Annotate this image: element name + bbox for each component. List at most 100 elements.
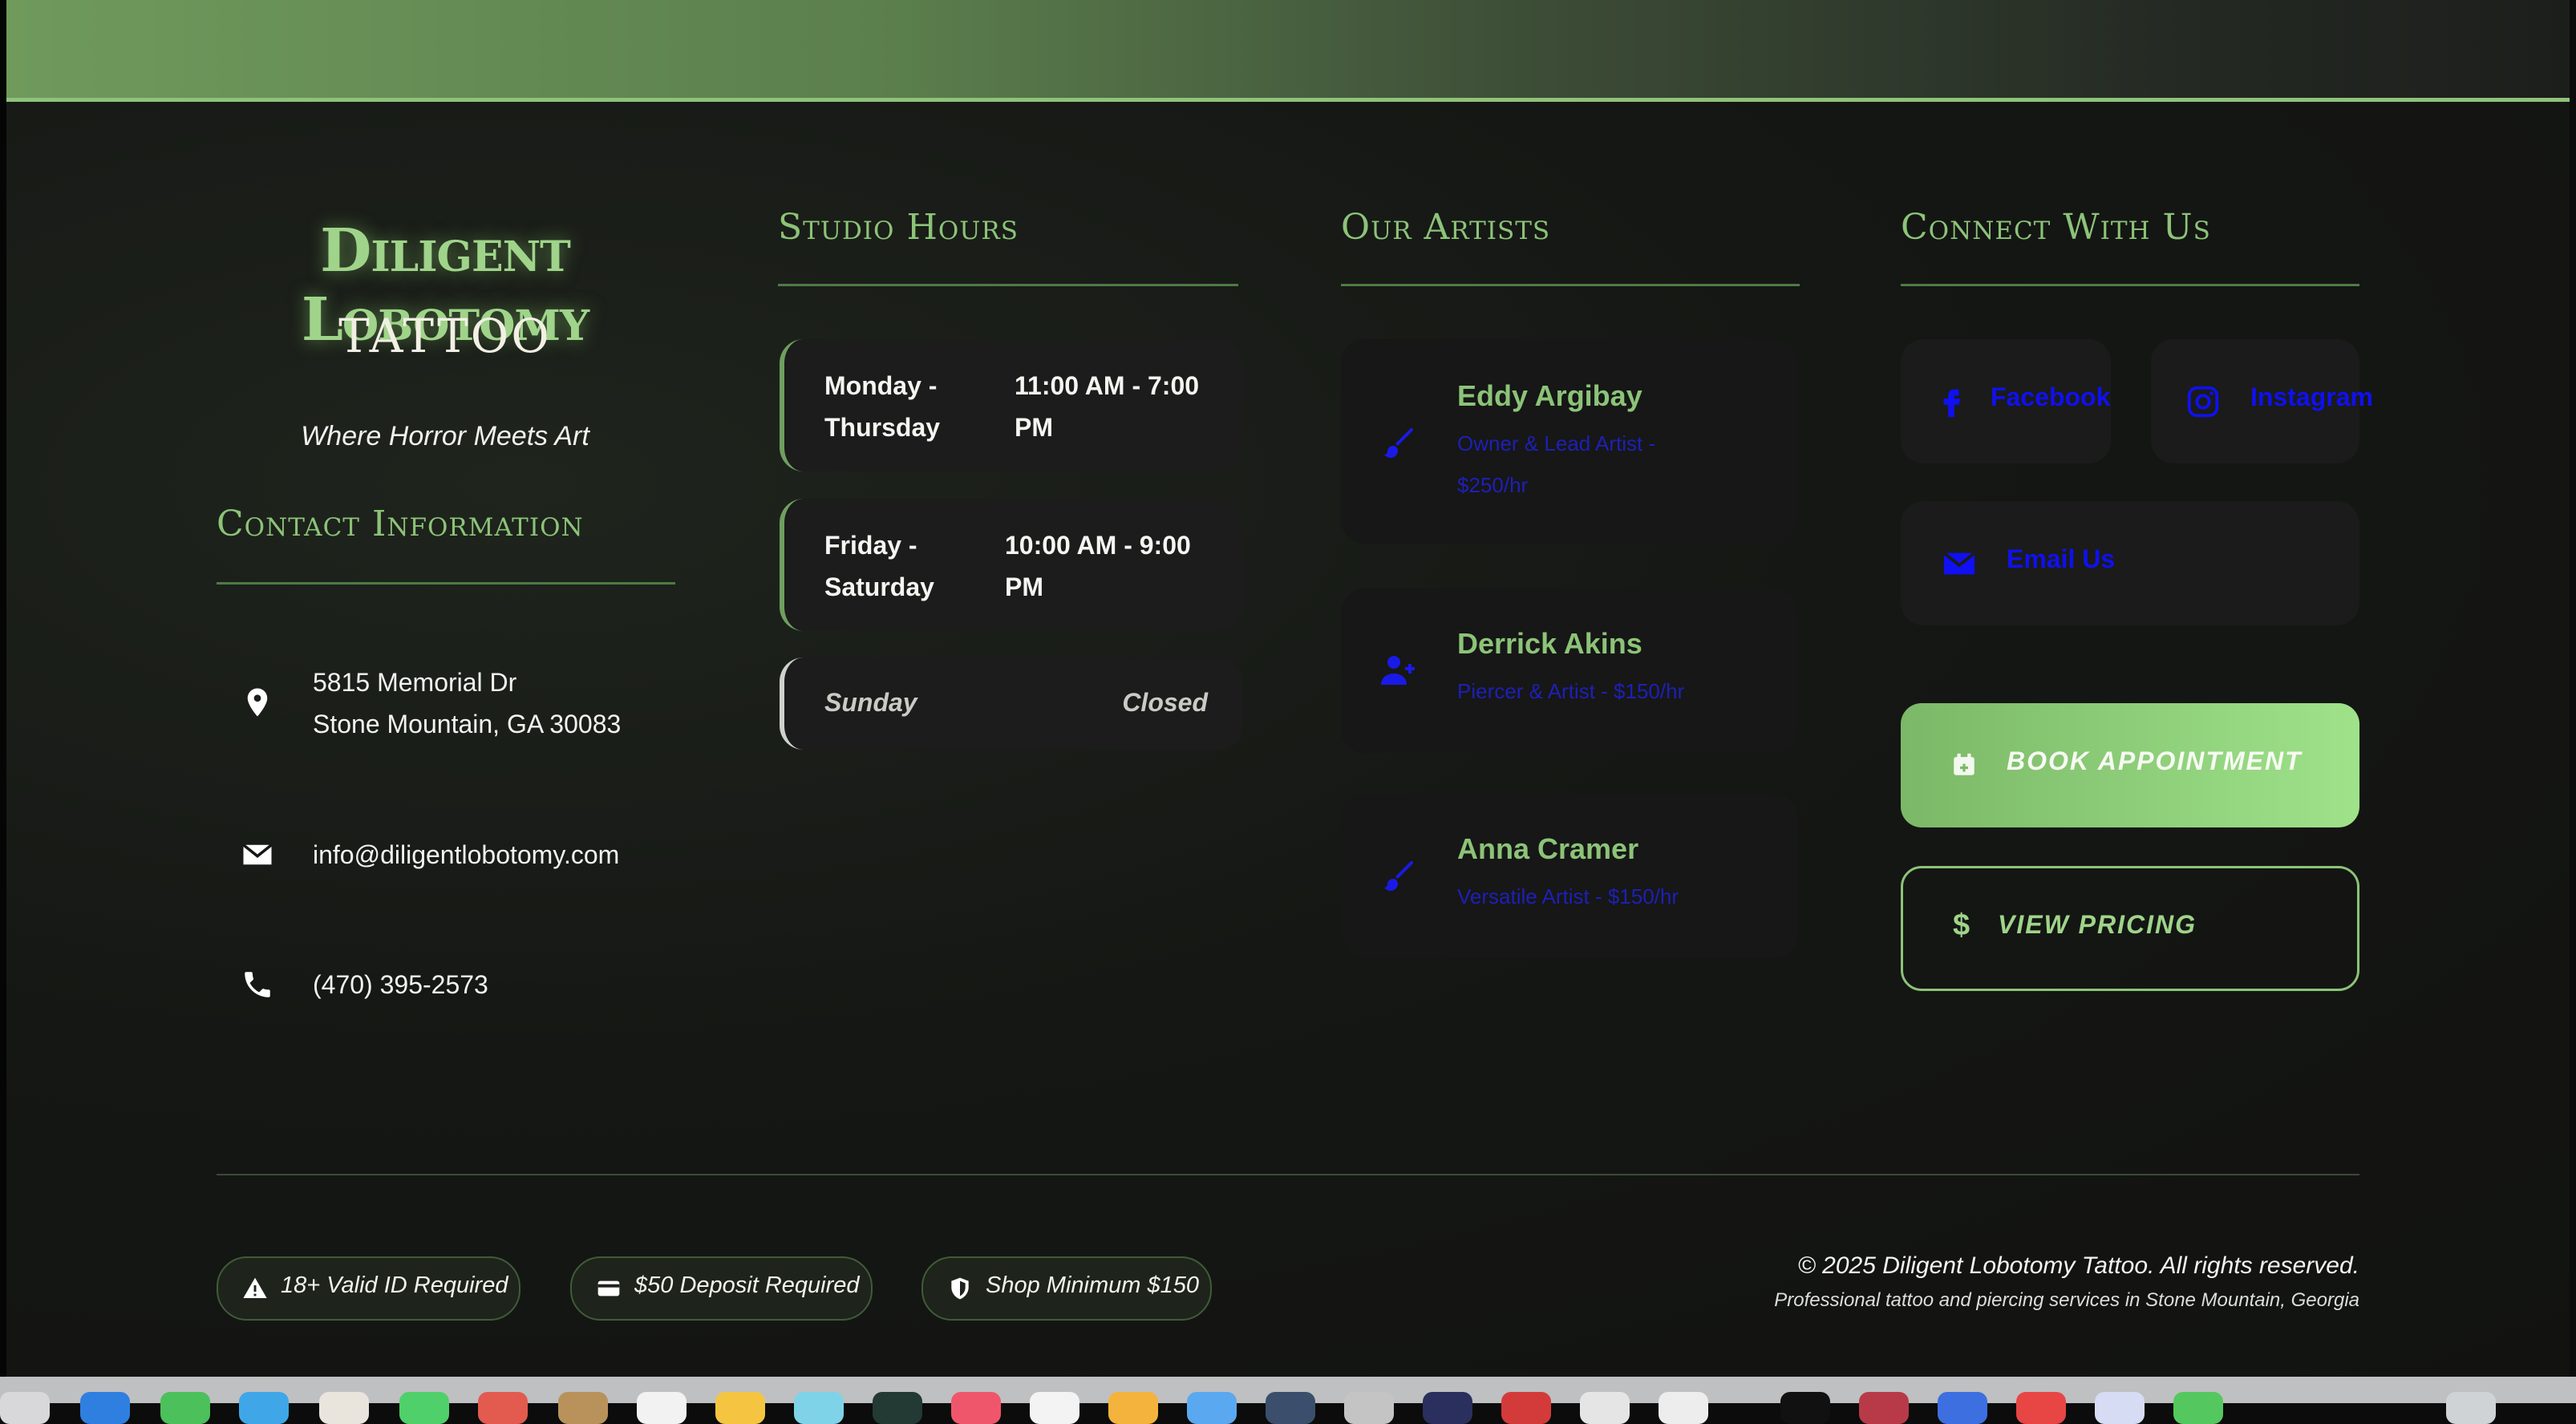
hours-day-start: Friday - (824, 531, 917, 560)
dock-app-icon[interactable] (2446, 1392, 2496, 1424)
contact-heading: Contact Information (217, 504, 584, 544)
dock-app-icon[interactable] (1580, 1392, 1630, 1424)
artist-role: Piercer & Artist - $150/hr (1457, 679, 1685, 703)
badge-label: Shop Minimum $150 (986, 1272, 1199, 1298)
contact-heading-rule (217, 582, 675, 585)
footer-divider (217, 1174, 2359, 1175)
envelope-icon (1942, 552, 1976, 575)
artist-name: Eddy Argibay (1457, 379, 1642, 412)
warning-icon (243, 1277, 267, 1298)
book-appointment-label: BOOK APPOINTMENT (2007, 746, 2303, 775)
dock-app-icon[interactable] (1780, 1392, 1830, 1424)
contact-email[interactable]: info@diligentlobotomy.com (217, 834, 674, 876)
hours-day-start: Sunday (824, 688, 917, 717)
view-pricing-label: VIEW PRICING (1998, 910, 2197, 939)
dock-app-icon[interactable] (1030, 1392, 1079, 1424)
hero-banner-bottom (6, 0, 2570, 99)
artist-card-eddy-argibay[interactable]: Eddy Argibay Owner & Lead Artist - $250/… (1341, 339, 1798, 544)
dock-app-icon[interactable] (1344, 1392, 1394, 1424)
email-address: info@diligentlobotomy.com (313, 840, 620, 869)
artist-role: Owner & Lead Artist - $250/hr (1457, 431, 1656, 497)
instagram-label: Instagram (2250, 382, 2373, 411)
phone-icon (245, 972, 270, 997)
book-appointment-button[interactable]: BOOK APPOINTMENT (1901, 703, 2359, 827)
facebook-link[interactable]: Facebook (1901, 339, 2111, 463)
contact-phone[interactable]: (470) 395-2573 (217, 964, 674, 1005)
artists-heading-rule (1341, 284, 1800, 286)
dock-app-icon[interactable] (1187, 1392, 1237, 1424)
dock-app-icon[interactable] (2173, 1392, 2223, 1424)
dock-app-icon[interactable] (951, 1392, 1001, 1424)
dock-app-icon[interactable] (637, 1392, 687, 1424)
hours-day-end: Saturday (824, 572, 934, 601)
copyright-text: © 2025 Diligent Lobotomy Tattoo. All rig… (1797, 1252, 2359, 1279)
dock-app-icon[interactable] (399, 1392, 449, 1424)
envelope-icon (242, 843, 273, 865)
footer-tagline: Professional tattoo and piercing service… (1774, 1289, 2359, 1311)
hours-row-sunday: Sunday Closed (780, 657, 1243, 750)
dock-app-icon[interactable] (239, 1392, 289, 1424)
user-plus-icon (1381, 656, 1415, 685)
dollar-icon: $ (1953, 908, 1970, 942)
artist-name: Anna Cramer (1457, 832, 1639, 865)
dock-app-icon[interactable] (1938, 1392, 1987, 1424)
facebook-label: Facebook (1991, 382, 2111, 411)
dock-app-icon[interactable] (1659, 1392, 1708, 1424)
artist-card-derrick-akins[interactable]: Derrick Akins Piercer & Artist - $150/hr (1341, 589, 1798, 753)
hours-time-end: PM (1005, 572, 1043, 601)
dock-app-icon[interactable] (2016, 1392, 2066, 1424)
view-pricing-button[interactable]: $ VIEW PRICING (1901, 866, 2359, 991)
contact-address[interactable]: 5815 Memorial Dr Stone Mountain, GA 3008… (217, 661, 674, 750)
address-line-1: 5815 Memorial Dr (313, 668, 517, 697)
hours-heading: Studio Hours (778, 207, 1019, 248)
dock-app-icon[interactable] (1859, 1392, 1909, 1424)
badge-shop-minimum: Shop Minimum $150 (921, 1256, 1212, 1321)
connect-heading-rule (1901, 284, 2359, 286)
hours-heading-rule (778, 284, 1238, 286)
brand-subtitle: TATTOO (338, 309, 552, 363)
badge-label: $50 Deposit Required (634, 1272, 860, 1298)
instagram-icon (2187, 386, 2219, 418)
dock-app-icon[interactable] (1423, 1392, 1472, 1424)
dock-app-icon[interactable] (558, 1392, 608, 1424)
instagram-link[interactable]: Instagram (2151, 339, 2373, 463)
dock-app-icon[interactable] (80, 1392, 130, 1424)
email-us-label: Email Us (2007, 544, 2116, 573)
email-us-link[interactable]: Email Us (1901, 501, 2359, 625)
badge-id-required: 18+ Valid ID Required (217, 1256, 520, 1321)
connect-heading: Connect With Us (1901, 207, 2211, 248)
map-pin-icon (247, 688, 268, 717)
window-edge (0, 0, 6, 1403)
phone-number: (470) 395-2573 (313, 970, 488, 999)
address-line-2: Stone Mountain, GA 30083 (313, 710, 622, 738)
hours-time-end: PM (1015, 413, 1053, 442)
brush-icon (1384, 861, 1413, 891)
dock-app-icon[interactable] (0, 1392, 50, 1424)
dock-app-icon[interactable] (160, 1392, 210, 1424)
hours-day-start: Monday - (824, 371, 938, 400)
artist-card-anna-cramer[interactable]: Anna Cramer Versatile Artist - $150/hr (1341, 794, 1798, 958)
dock-app-icon[interactable] (478, 1392, 528, 1424)
dock-app-icon[interactable] (1266, 1392, 1315, 1424)
dock-app-icon[interactable] (2095, 1392, 2145, 1424)
dock-app-icon[interactable] (715, 1392, 765, 1424)
badge-label: 18+ Valid ID Required (281, 1272, 508, 1298)
brush-icon (1384, 428, 1413, 458)
shield-icon (951, 1277, 969, 1300)
dock-app-icon[interactable] (1501, 1392, 1551, 1424)
hours-time-start: 10:00 AM - 9:00 (1005, 531, 1191, 560)
hours-time-start: 11:00 AM - 7:00 (1015, 371, 1200, 400)
artist-role: Versatile Artist - $150/hr (1457, 884, 1679, 908)
credit-card-icon (597, 1280, 620, 1297)
calendar-plus-icon (1954, 753, 1975, 775)
dock-app-icon[interactable] (319, 1392, 369, 1424)
dock-app-icon[interactable] (1108, 1392, 1158, 1424)
dock-app-icon[interactable] (794, 1392, 844, 1424)
hours-day-end: Thursday (824, 413, 941, 442)
artist-name: Derrick Akins (1457, 627, 1642, 660)
badge-deposit-required: $50 Deposit Required (570, 1256, 873, 1321)
facebook-icon (1943, 389, 1961, 418)
hours-row-mon-thu: Monday - Thursday 11:00 AM - 7:00 PM (780, 339, 1243, 471)
dock-app-icon[interactable] (873, 1392, 922, 1424)
artists-heading: Our Artists (1341, 207, 1551, 248)
